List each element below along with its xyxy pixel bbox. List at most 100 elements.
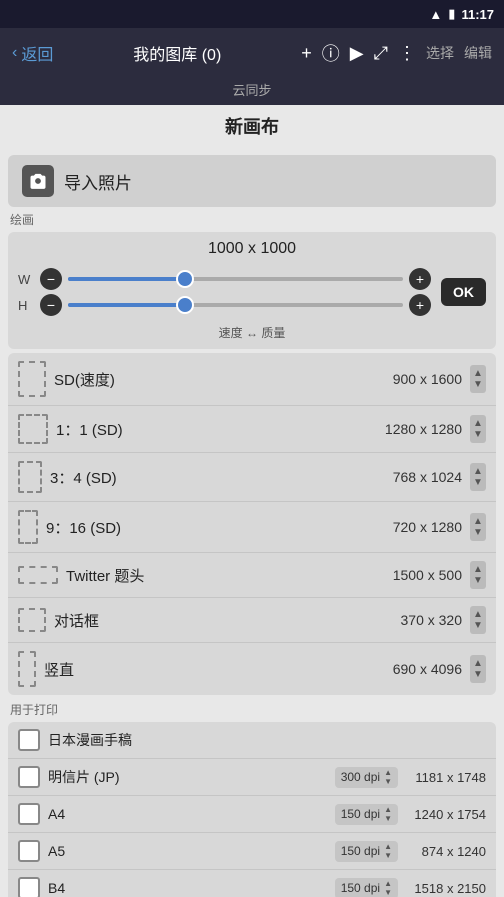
preset-arrow-3x4[interactable]: ▲▼ — [470, 463, 486, 491]
a4-dpi-arrows[interactable]: ▲ ▼ — [384, 806, 392, 823]
preset-size-1x1: 1280 x 1280 — [385, 421, 462, 437]
postcard-dpi-value: 300 dpi — [341, 770, 380, 784]
width-slider-fill — [68, 277, 185, 281]
dimension-display: 1000 x 1000 — [18, 240, 486, 258]
a5-checkbox[interactable] — [18, 840, 40, 862]
preset-arrow-dialog[interactable]: ▲▼ — [470, 606, 486, 634]
preset-arrow-sd[interactable]: ▲▼ — [470, 365, 486, 393]
preset-arrow-9x16[interactable]: ▲▼ — [470, 513, 486, 541]
list-item[interactable]: Twitter 题头 1500 x 500 ▲▼ — [8, 553, 496, 598]
dpi-up-icon[interactable]: ▲ — [384, 880, 392, 888]
preset-thumb-twitter — [18, 566, 58, 584]
list-item[interactable]: SD(速度) 900 x 1600 ▲▼ — [8, 353, 496, 406]
preset-arrow-twitter[interactable]: ▲▼ — [470, 561, 486, 589]
preset-name-3x4: 3：4 (SD) — [50, 467, 385, 488]
width-slider[interactable] — [68, 277, 403, 281]
list-item[interactable]: A5 150 dpi ▲ ▼ 874 x 1240 — [8, 833, 496, 870]
preset-name-twitter: Twitter 题头 — [66, 565, 385, 586]
preset-arrow-1x1[interactable]: ▲▼ — [470, 415, 486, 443]
a5-dpi-value: 150 dpi — [341, 844, 380, 858]
dpi-down-icon[interactable]: ▼ — [384, 889, 392, 897]
b4-dpi-value: 150 dpi — [341, 881, 380, 895]
list-item[interactable]: 日本漫画手稿 — [8, 722, 496, 759]
width-minus-button[interactable]: − — [40, 268, 62, 290]
preset-arrow-vertical[interactable]: ▲▼ — [470, 655, 486, 683]
preset-thumb-dialog — [18, 608, 46, 632]
camera-icon — [22, 165, 54, 197]
preset-name-dialog: 对话框 — [54, 610, 393, 631]
b4-size: 1518 x 2150 — [406, 881, 486, 896]
cloud-sync-bar: 云同步 — [0, 78, 504, 105]
play-button[interactable]: ▶ — [350, 43, 364, 64]
select-label[interactable]: 选择 — [426, 43, 454, 63]
width-plus-button[interactable]: + — [409, 268, 431, 290]
list-item[interactable]: 9：16 (SD) 720 x 1280 ▲▼ — [8, 502, 496, 553]
back-button[interactable]: ‹ 返回 — [12, 41, 53, 65]
add-button[interactable]: + — [301, 43, 312, 64]
list-item[interactable]: 对话框 370 x 320 ▲▼ — [8, 598, 496, 643]
height-slider-thumb[interactable] — [176, 296, 194, 314]
dpi-down-icon[interactable]: ▼ — [384, 852, 392, 860]
width-slider-thumb[interactable] — [176, 270, 194, 288]
cloud-sync-label: 云同步 — [232, 83, 271, 98]
battery-icon: ▮ — [448, 6, 455, 22]
b4-dpi-box[interactable]: 150 dpi ▲ ▼ — [335, 878, 398, 897]
list-item[interactable]: A4 150 dpi ▲ ▼ 1240 x 1754 — [8, 796, 496, 833]
a4-dpi-box[interactable]: 150 dpi ▲ ▼ — [335, 804, 398, 825]
more-button[interactable]: ⋮ — [398, 43, 416, 64]
dpi-up-icon[interactable]: ▲ — [384, 769, 392, 777]
dpi-down-icon[interactable]: ▼ — [384, 815, 392, 823]
height-plus-button[interactable]: + — [409, 294, 431, 316]
print-name-a4: A4 — [48, 806, 327, 822]
height-slider-fill — [68, 303, 185, 307]
postcard-dpi-arrows[interactable]: ▲ ▼ — [384, 769, 392, 786]
a5-dpi-arrows[interactable]: ▲ ▼ — [384, 843, 392, 860]
edit-label[interactable]: 编辑 — [464, 43, 492, 63]
width-value: 1000 — [208, 240, 244, 257]
height-value: 1000 — [260, 240, 296, 257]
canvas-ok-button[interactable]: OK — [441, 278, 486, 306]
a5-dpi-box[interactable]: 150 dpi ▲ ▼ — [335, 841, 398, 862]
list-item[interactable]: 明信片 (JP) 300 dpi ▲ ▼ 1181 x 1748 — [8, 759, 496, 796]
back-label: 返回 — [21, 41, 53, 65]
preset-name-vertical: 竖直 — [44, 659, 385, 680]
modal-title: 新画布 — [0, 105, 504, 147]
clock: 11:17 — [461, 7, 494, 22]
print-name-b4: B4 — [48, 880, 327, 896]
a4-checkbox[interactable] — [18, 803, 40, 825]
canvas-controls: 1000 x 1000 W − + H − — [8, 232, 496, 349]
preset-size-9x16: 720 x 1280 — [393, 519, 462, 535]
dpi-down-icon[interactable]: ▼ — [384, 778, 392, 786]
print-name-a5: A5 — [48, 843, 327, 859]
height-slider[interactable] — [68, 303, 403, 307]
list-item[interactable]: 3：4 (SD) 768 x 1024 ▲▼ — [8, 453, 496, 502]
a5-size: 874 x 1240 — [406, 844, 486, 859]
list-item[interactable]: 1：1 (SD) 1280 x 1280 ▲▼ — [8, 406, 496, 453]
print-section-label: 用于打印 — [0, 695, 504, 720]
list-item[interactable]: B4 150 dpi ▲ ▼ 1518 x 2150 — [8, 870, 496, 897]
b4-checkbox[interactable] — [18, 877, 40, 897]
import-photo-section[interactable]: 导入照片 — [8, 155, 496, 207]
preset-size-twitter: 1500 x 500 — [393, 567, 462, 583]
h-label: H — [18, 298, 34, 313]
share-button[interactable]: ⤢ — [374, 43, 388, 64]
back-arrow-icon: ‹ — [12, 44, 17, 62]
print-name-manga: 日本漫画手稿 — [48, 730, 486, 750]
status-bar: ▲ ▮ 11:17 — [0, 0, 504, 28]
postcard-checkbox[interactable] — [18, 766, 40, 788]
a4-dpi-value: 150 dpi — [341, 807, 380, 821]
height-slider-row: H − + — [18, 294, 431, 316]
postcard-dpi-box[interactable]: 300 dpi ▲ ▼ — [335, 767, 398, 788]
height-minus-button[interactable]: − — [40, 294, 62, 316]
dpi-up-icon[interactable]: ▲ — [384, 843, 392, 851]
manga-checkbox[interactable] — [18, 729, 40, 751]
dpi-up-icon[interactable]: ▲ — [384, 806, 392, 814]
w-label: W — [18, 272, 34, 287]
list-item[interactable]: 竖直 690 x 4096 ▲▼ — [8, 643, 496, 695]
info-button[interactable]: ⓘ — [322, 40, 340, 66]
preset-name-9x16: 9：16 (SD) — [46, 517, 385, 538]
b4-dpi-arrows[interactable]: ▲ ▼ — [384, 880, 392, 897]
preset-size-vertical: 690 x 4096 — [393, 661, 462, 677]
preset-thumb-3x4 — [18, 461, 42, 493]
nav-right-buttons: + ⓘ ▶ ⤢ ⋮ 选择 编辑 — [301, 40, 492, 66]
